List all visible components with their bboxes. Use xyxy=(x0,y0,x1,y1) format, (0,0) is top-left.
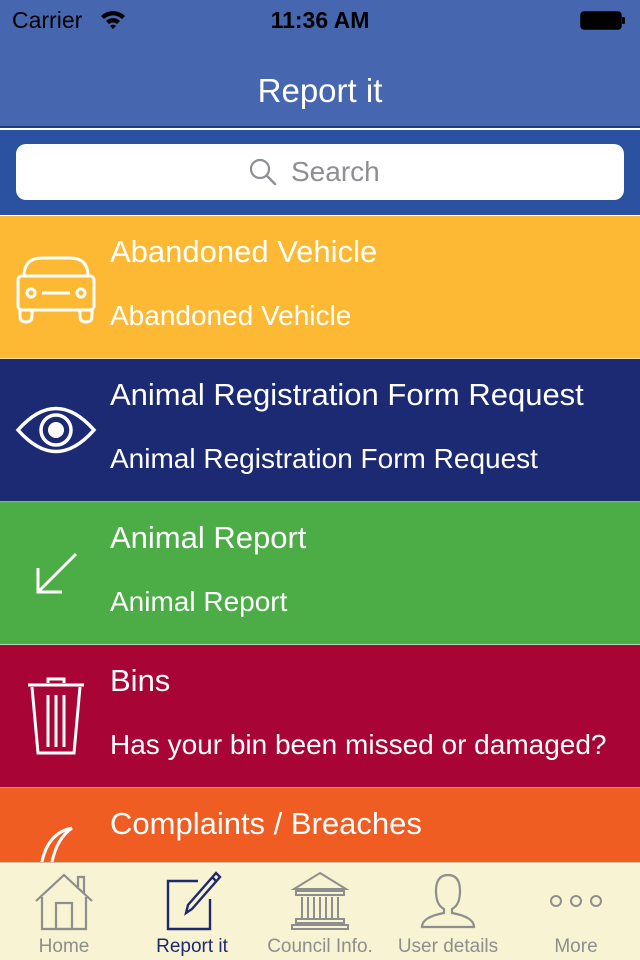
trash-bin-icon xyxy=(28,677,84,755)
item-title: Complaints / Breaches xyxy=(110,806,422,841)
tab-label: Home xyxy=(38,936,90,957)
list-item-complaints[interactable]: Complaints / Breaches xyxy=(0,788,640,862)
status-time: 11:36 AM xyxy=(270,7,370,33)
edit-icon xyxy=(166,871,222,931)
tab-report-it[interactable]: Report it xyxy=(128,863,256,960)
crescent-icon xyxy=(40,826,73,862)
page-title: Report it xyxy=(257,72,383,109)
report-category-list[interactable]: Abandoned Vehicle Abandoned Vehicle Anim… xyxy=(0,216,640,862)
list-item-animal-report[interactable]: Animal Report Animal Report xyxy=(0,502,640,645)
item-subtitle: Abandoned Vehicle xyxy=(110,300,352,331)
home-icon xyxy=(35,873,93,931)
search-bar xyxy=(0,130,640,215)
tab-label: Council Info. xyxy=(267,936,373,957)
car-icon xyxy=(16,256,96,324)
battery-full-icon xyxy=(580,11,625,30)
building-icon xyxy=(290,871,350,930)
search-input[interactable] xyxy=(291,156,391,188)
eye-icon xyxy=(15,406,97,454)
list-item-abandoned-vehicle[interactable]: Abandoned Vehicle Abandoned Vehicle xyxy=(0,216,640,359)
item-subtitle: Has your bin been missed or damaged? xyxy=(110,729,607,760)
item-title: Bins xyxy=(110,663,171,698)
navigation-header: Carrier 11:36 AM Report it xyxy=(0,0,640,128)
list-item-bins[interactable]: Bins Has your bin been missed or damaged… xyxy=(0,645,640,788)
status-bar: Carrier 11:36 AM xyxy=(0,0,640,40)
item-subtitle: Animal Report xyxy=(110,586,288,617)
tab-bar: Home Report it Council Info. User detail… xyxy=(0,862,640,960)
user-icon xyxy=(420,873,476,929)
tab-home[interactable]: Home xyxy=(0,863,128,960)
item-subtitle: Animal Registration Form Request xyxy=(110,443,538,474)
more-icon xyxy=(550,895,602,907)
tab-label: More xyxy=(554,936,598,957)
tab-label: User details xyxy=(397,936,499,957)
tab-council-info[interactable]: Council Info. xyxy=(256,863,384,960)
search-icon xyxy=(249,158,277,186)
search-field[interactable] xyxy=(16,144,624,200)
list-item-animal-registration[interactable]: Animal Registration Form Request Animal … xyxy=(0,359,640,502)
item-title: Animal Registration Form Request xyxy=(110,377,584,412)
tab-label: Report it xyxy=(156,936,228,957)
item-title: Animal Report xyxy=(110,520,307,555)
item-title: Abandoned Vehicle xyxy=(110,234,378,269)
tab-more[interactable]: More xyxy=(512,863,640,960)
tab-user-details[interactable]: User details xyxy=(384,863,512,960)
arrow-down-left-icon xyxy=(36,552,78,594)
